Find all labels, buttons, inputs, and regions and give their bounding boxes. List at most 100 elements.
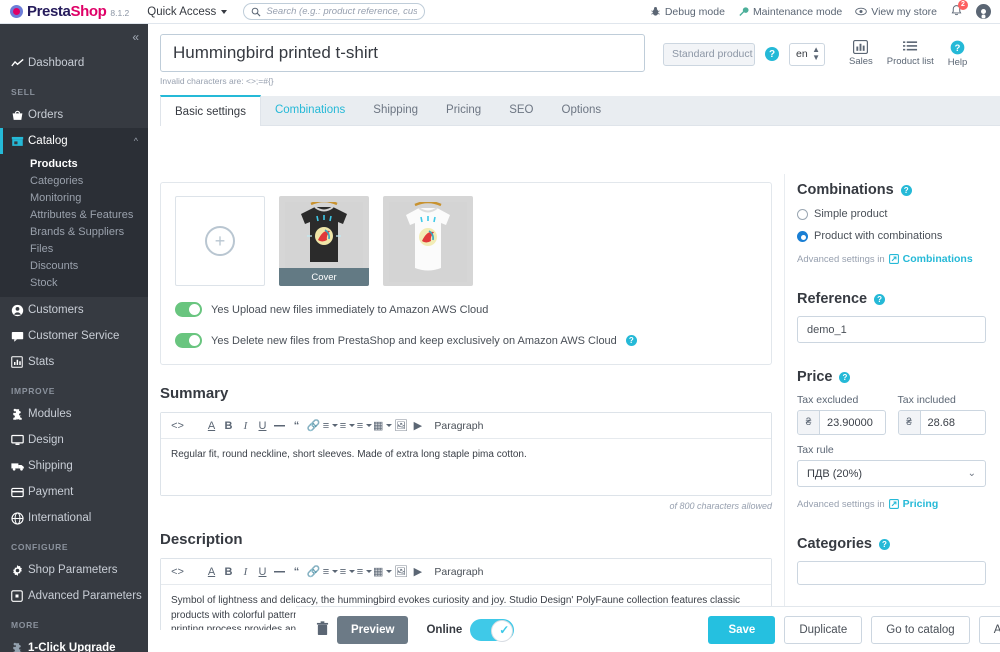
collapse-sidebar-icon[interactable]: « xyxy=(132,30,139,44)
table-row[interactable]: Cover xyxy=(279,196,369,286)
delete-aws-help-icon[interactable]: ? xyxy=(625,335,637,346)
sidebar-item-modules[interactable]: Modules xyxy=(0,401,148,427)
link-icon[interactable]: 🔗 xyxy=(305,562,322,582)
bold-icon[interactable]: B xyxy=(220,416,237,436)
paragraph-format-select[interactable]: Paragraph xyxy=(426,420,483,432)
sidebar-item-customer-service[interactable]: Customer Service xyxy=(0,323,148,349)
help-button[interactable]: ? Help xyxy=(948,40,967,68)
tax-included-input[interactable]: ₴ 28.68 xyxy=(897,410,986,435)
categories-help-icon[interactable]: ? xyxy=(878,538,890,550)
sidebar-item-dashboard[interactable]: Dashboard xyxy=(0,50,148,76)
view-my-store-item[interactable]: View my store xyxy=(855,6,937,18)
product-list-button[interactable]: Product list xyxy=(887,40,934,68)
table-icon[interactable]: ▦ xyxy=(373,416,393,436)
tax-rule-select[interactable]: ПДВ (20%) ⌄ xyxy=(797,460,986,487)
radio-simple-product[interactable]: Simple product xyxy=(797,208,986,220)
pricing-advanced-link[interactable]: Pricing xyxy=(903,498,939,510)
image-icon[interactable]: 🖼 xyxy=(392,562,409,582)
sidebar-item-shipping[interactable]: Shipping xyxy=(0,453,148,479)
sidebar-subitem-files[interactable]: Files xyxy=(0,240,148,257)
price-help-icon[interactable]: ? xyxy=(839,371,851,383)
video-icon[interactable]: ▶ xyxy=(409,416,426,436)
sidebar-item-payment[interactable]: Payment xyxy=(0,479,148,505)
text-color-icon[interactable]: A xyxy=(203,416,220,436)
sidebar-subitem-attributes-features[interactable]: Attributes & Features xyxy=(0,206,148,223)
tab-pricing[interactable]: Pricing xyxy=(432,95,495,125)
sidebar-item-shop-parameters[interactable]: Shop Parameters xyxy=(0,557,148,583)
add-image-button[interactable]: + xyxy=(175,196,265,286)
paragraph-format-select[interactable]: Paragraph xyxy=(426,566,483,578)
add-new-product-button[interactable]: Add new product xyxy=(978,615,1000,644)
search-input[interactable]: Search (e.g.: product reference, custom xyxy=(243,3,426,20)
bullet-list-icon[interactable]: ≡ xyxy=(339,562,356,582)
sidebar-item-one-click-upgrade[interactable]: 1-Click Upgrade xyxy=(0,635,148,652)
tab-shipping[interactable]: Shipping xyxy=(359,95,432,125)
quick-access-menu[interactable]: Quick Access xyxy=(147,6,228,18)
text-color-icon[interactable]: A xyxy=(203,562,220,582)
sidebar-subitem-categories[interactable]: Categories xyxy=(0,172,148,189)
align-icon[interactable]: ≡ xyxy=(322,562,339,582)
reference-help-icon[interactable]: ? xyxy=(874,293,886,305)
sidebar-subitem-stock[interactable]: Stock xyxy=(0,274,148,291)
online-toggle[interactable]: ✓ xyxy=(470,618,515,642)
debug-mode-item[interactable]: Debug mode xyxy=(650,6,725,18)
language-select[interactable]: en ▲ ▼ xyxy=(789,42,825,66)
maintenance-mode-item[interactable]: Maintenance mode xyxy=(738,6,842,18)
strikethrough-icon[interactable]: — xyxy=(271,416,288,436)
sidebar-subitem-monitoring[interactable]: Monitoring xyxy=(0,189,148,206)
sidebar-item-international[interactable]: International xyxy=(0,505,148,531)
summary-text[interactable]: Regular fit, round neckline, short sleev… xyxy=(161,439,771,495)
numbered-list-icon[interactable]: ≡ xyxy=(356,562,373,582)
preview-button[interactable]: Preview xyxy=(337,615,409,644)
sidebar-item-design[interactable]: Design xyxy=(0,427,148,453)
tab-combinations[interactable]: Combinations xyxy=(261,95,359,125)
blockquote-icon[interactable]: “ xyxy=(288,562,305,582)
delete-aws-toggle[interactable] xyxy=(175,333,202,348)
sidebar-item-advanced-parameters[interactable]: Advanced Parameters xyxy=(0,583,148,609)
user-account-button[interactable] xyxy=(976,4,991,19)
video-icon[interactable]: ▶ xyxy=(409,562,426,582)
combinations-advanced-link[interactable]: Combinations xyxy=(903,253,973,265)
sidebar-subitem-products[interactable]: Products xyxy=(0,155,148,172)
reference-input[interactable] xyxy=(797,316,986,343)
table-icon[interactable]: ▦ xyxy=(373,562,393,582)
product-type-help-icon[interactable]: ? xyxy=(765,47,779,61)
sidebar-item-orders[interactable]: Orders xyxy=(0,102,148,128)
notifications-button[interactable]: 2 xyxy=(950,0,968,20)
duplicate-button[interactable]: Duplicate xyxy=(784,615,863,644)
strikethrough-icon[interactable]: — xyxy=(271,562,288,582)
link-icon[interactable]: 🔗 xyxy=(305,416,322,436)
go-to-catalog-button[interactable]: Go to catalog xyxy=(871,615,970,644)
radio-product-with-combinations-control[interactable] xyxy=(797,230,808,242)
align-icon[interactable]: ≡ xyxy=(322,416,339,436)
sidebar-subitem-discounts[interactable]: Discounts xyxy=(0,257,148,274)
sidebar-subitem-brands-suppliers[interactable]: Brands & Suppliers xyxy=(0,223,148,240)
sidebar-item-catalog[interactable]: Catalog ^ xyxy=(0,128,148,154)
italic-icon[interactable]: I xyxy=(237,562,254,582)
sidebar-item-customers[interactable]: Customers xyxy=(0,297,148,323)
tab-basic-settings[interactable]: Basic settings xyxy=(160,95,261,126)
radio-product-with-combinations[interactable]: Product with combinations xyxy=(797,230,986,242)
sidebar-item-stats[interactable]: Stats xyxy=(0,349,148,375)
source-code-icon[interactable]: <> xyxy=(169,562,186,582)
product-type-select[interactable]: Standard product ▲▼ xyxy=(663,42,755,66)
upload-aws-toggle[interactable] xyxy=(175,302,202,317)
bullet-list-icon[interactable]: ≡ xyxy=(339,416,356,436)
prestashop-logo[interactable]: Presta Shop 8.1.2 xyxy=(0,3,129,20)
combinations-help-icon[interactable]: ? xyxy=(900,184,912,196)
tax-excluded-input[interactable]: ₴ 23.90000 xyxy=(797,410,886,435)
table-row[interactable] xyxy=(383,196,473,286)
save-button[interactable]: Save xyxy=(708,615,776,644)
tab-options[interactable]: Options xyxy=(548,95,616,125)
tab-seo[interactable]: SEO xyxy=(495,95,547,125)
underline-icon[interactable]: U xyxy=(254,562,271,582)
radio-simple-product-control[interactable] xyxy=(797,208,808,220)
sales-button[interactable]: Sales xyxy=(849,40,873,68)
blockquote-icon[interactable]: “ xyxy=(288,416,305,436)
bold-icon[interactable]: B xyxy=(220,562,237,582)
product-name-input[interactable] xyxy=(160,34,645,72)
italic-icon[interactable]: I xyxy=(237,416,254,436)
image-icon[interactable]: 🖼 xyxy=(392,416,409,436)
numbered-list-icon[interactable]: ≡ xyxy=(356,416,373,436)
categories-box[interactable] xyxy=(797,561,986,585)
